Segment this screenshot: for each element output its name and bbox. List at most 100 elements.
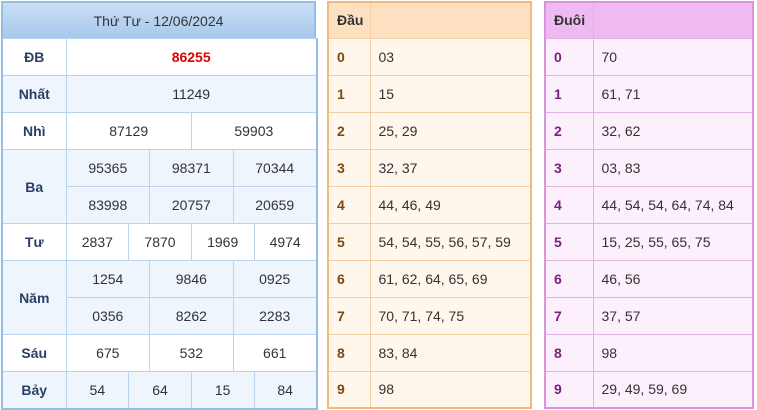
tail-title: Đuôi <box>544 1 594 39</box>
head-title: Đầu <box>327 1 371 39</box>
tail-value: 03, 83 <box>592 148 754 187</box>
tail-key: 9 <box>544 370 594 409</box>
head-value: 25, 29 <box>369 111 532 150</box>
prize-value-nam: 1254 <box>65 260 151 298</box>
tail-key: 3 <box>544 148 594 187</box>
head-value: 83, 84 <box>369 333 532 372</box>
prize-value-bay: 84 <box>253 371 318 409</box>
tail-rows: 0 70 1 61, 71 2 32, 62 3 03, 83 4 44, 54, 54, 64,… <box>544 37 754 409</box>
prize-value-bay: 64 <box>128 371 192 409</box>
prize-value-nam: 9846 <box>149 260 234 298</box>
tail-value: 44, 54, 54, 64, 74, 84 <box>592 185 754 224</box>
prize-label-sau: Sáu <box>1 334 67 372</box>
head-row: 1 15 <box>327 74 532 113</box>
head-digits-table: Đầu 0 03 1 15 2 25, 29 3 32, 37 4 44, 46, 49 5 54, … <box>327 1 532 409</box>
tail-row: 5 15, 25, 55, 65, 75 <box>544 222 754 261</box>
prize-label-nhi: Nhì <box>1 112 67 150</box>
tail-value: 70 <box>592 37 754 76</box>
head-title-fill <box>369 1 532 39</box>
head-key: 6 <box>327 259 371 298</box>
prize-label-ba: Ba <box>1 149 67 224</box>
head-row: 6 61, 62, 64, 65, 69 <box>327 259 532 298</box>
head-row: 0 03 <box>327 37 532 76</box>
head-key: 2 <box>327 111 371 150</box>
tail-value: 61, 71 <box>592 74 754 113</box>
lottery-results-table: Thứ Tư - 12/06/2024 <box>1 1 316 38</box>
prize-value-nhi: 59903 <box>190 112 318 150</box>
prize-value-sau: 532 <box>149 334 234 372</box>
head-value: 32, 37 <box>369 148 532 187</box>
prize-value-tu: 4974 <box>253 223 318 261</box>
prize-value-ba: 98371 <box>149 149 234 187</box>
head-row: 4 44, 46, 49 <box>327 185 532 224</box>
head-value: 54, 54, 55, 56, 57, 59 <box>369 222 532 261</box>
tail-digits-table: Đuôi 0 70 1 61, 71 2 32, 62 3 03, 83 4 44, 54, 54… <box>544 1 754 409</box>
head-value: 03 <box>369 37 532 76</box>
head-value: 70, 71, 74, 75 <box>369 296 532 335</box>
head-rows: 0 03 1 15 2 25, 29 3 32, 37 4 44, 46, 49 5 54, 54, … <box>327 37 532 409</box>
prize-value-nam: 8262 <box>149 297 234 335</box>
prize-value-nam: 0925 <box>232 260 318 298</box>
prize-value-ba: 20659 <box>232 186 318 224</box>
prize-label-tu: Tư <box>1 223 67 261</box>
head-value: 98 <box>369 370 532 409</box>
prize-value-ba: 70344 <box>232 149 318 187</box>
head-row: 8 83, 84 <box>327 333 532 372</box>
tail-key: 7 <box>544 296 594 335</box>
prize-value-nam: 2283 <box>232 297 318 335</box>
head-key: 9 <box>327 370 371 409</box>
prize-value-ba: 83998 <box>65 186 151 224</box>
head-key: 3 <box>327 148 371 187</box>
head-value: 61, 62, 64, 65, 69 <box>369 259 532 298</box>
prize-label-nam: Năm <box>1 260 67 335</box>
head-key: 7 <box>327 296 371 335</box>
tail-row: 1 61, 71 <box>544 74 754 113</box>
tail-value: 37, 57 <box>592 296 754 335</box>
prize-value-nam: 0356 <box>65 297 151 335</box>
tail-value: 15, 25, 55, 65, 75 <box>592 222 754 261</box>
prize-value-sau: 661 <box>232 334 318 372</box>
head-row: 3 32, 37 <box>327 148 532 187</box>
results-date-title: Thứ Tư - 12/06/2024 <box>2 2 315 38</box>
prize-value-bay: 54 <box>65 371 130 409</box>
tail-key: 5 <box>544 222 594 261</box>
prize-value-sau: 675 <box>65 334 151 372</box>
prize-value-nhi: 87129 <box>65 112 192 150</box>
head-row: 7 70, 71, 74, 75 <box>327 296 532 335</box>
prize-value-ba: 95365 <box>65 149 151 187</box>
head-key: 8 <box>327 333 371 372</box>
tail-value: 32, 62 <box>592 111 754 150</box>
tail-row: 6 46, 56 <box>544 259 754 298</box>
tail-row: 4 44, 54, 54, 64, 74, 84 <box>544 185 754 224</box>
prize-value-tu: 1969 <box>190 223 255 261</box>
prize-value-tu: 2837 <box>65 223 130 261</box>
head-row: 5 54, 54, 55, 56, 57, 59 <box>327 222 532 261</box>
tail-value: 46, 56 <box>592 259 754 298</box>
prize-value-ba: 20757 <box>149 186 234 224</box>
head-key: 5 <box>327 222 371 261</box>
lottery-results-grid: ĐB 86255 Nhất 11249 Nhì 87129 59903 Ba 9… <box>1 38 318 410</box>
tail-title-fill <box>592 1 754 39</box>
tail-key: 6 <box>544 259 594 298</box>
tail-value: 29, 49, 59, 69 <box>592 370 754 409</box>
head-key: 0 <box>327 37 371 76</box>
head-row: 2 25, 29 <box>327 111 532 150</box>
prize-label-bay: Bảy <box>1 371 67 409</box>
head-key: 1 <box>327 74 371 113</box>
head-value: 15 <box>369 74 532 113</box>
prize-label-nhat: Nhất <box>1 75 67 113</box>
tail-row: 8 98 <box>544 333 754 372</box>
tail-key: 4 <box>544 185 594 224</box>
head-value: 44, 46, 49 <box>369 185 532 224</box>
tail-key: 1 <box>544 74 594 113</box>
tail-key: 0 <box>544 37 594 76</box>
head-key: 4 <box>327 185 371 224</box>
tail-row: 9 29, 49, 59, 69 <box>544 370 754 409</box>
tail-row: 2 32, 62 <box>544 111 754 150</box>
tail-key: 2 <box>544 111 594 150</box>
prize-value-db: 86255 <box>65 38 318 76</box>
prize-value-nhat: 11249 <box>65 75 318 113</box>
tail-row: 0 70 <box>544 37 754 76</box>
prize-label-db: ĐB <box>1 38 67 76</box>
prize-value-bay: 15 <box>190 371 255 409</box>
